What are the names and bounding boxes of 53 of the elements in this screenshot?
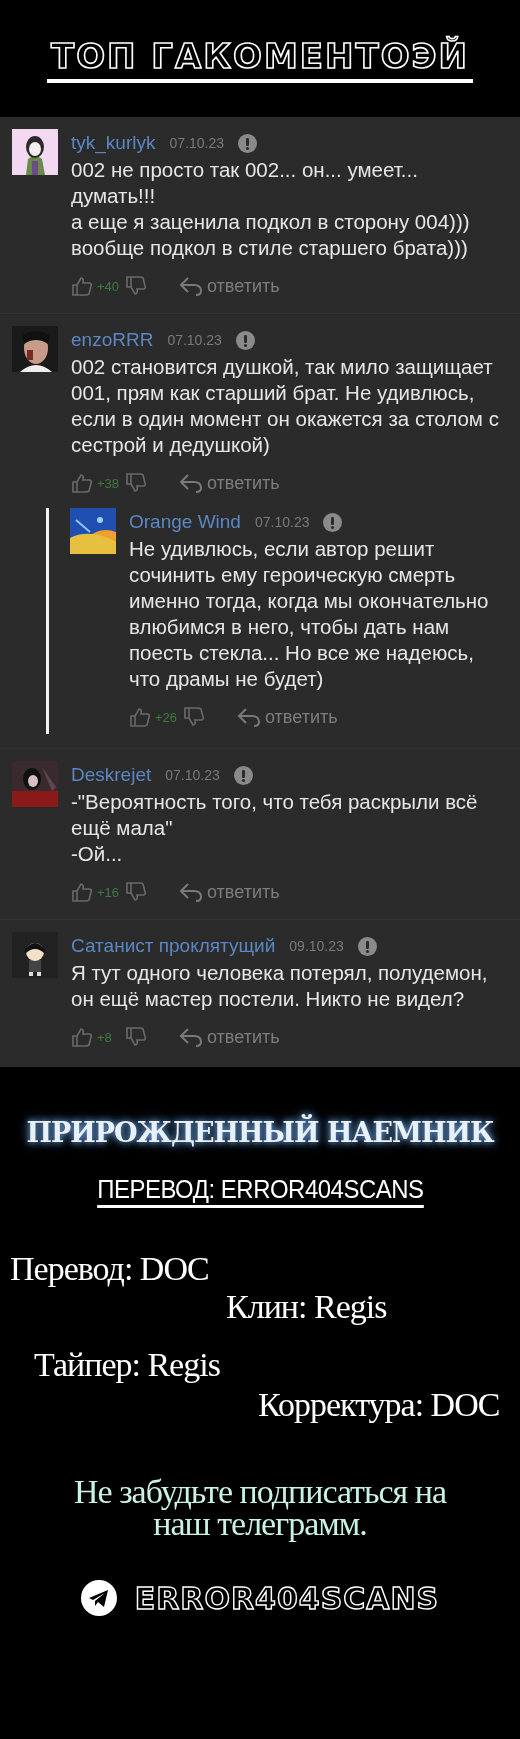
- thumbs-down-icon[interactable]: [183, 706, 205, 728]
- like-count: +16: [97, 884, 121, 900]
- alert-icon[interactable]: [357, 936, 377, 956]
- like-count: +8: [97, 1029, 113, 1045]
- username[interactable]: tyk_kurlyk: [71, 132, 156, 154]
- thumbs-down-icon[interactable]: [125, 472, 147, 494]
- reply-button[interactable]: ответить: [179, 472, 280, 494]
- credit-line: Перевод: DOC: [10, 1250, 209, 1288]
- reply-button[interactable]: ответить: [179, 881, 280, 903]
- comment-date: 07.10.23: [169, 135, 224, 151]
- reply-arrow-icon: [179, 1027, 203, 1047]
- username[interactable]: Orange Wind: [129, 511, 241, 533]
- reply-button[interactable]: ответить: [237, 706, 338, 728]
- alert-icon[interactable]: [235, 330, 255, 350]
- thumbs-down-icon[interactable]: [125, 881, 147, 903]
- alert-icon[interactable]: [237, 133, 257, 153]
- comment-date: 07.10.23: [167, 332, 222, 348]
- like-count: +38: [97, 475, 121, 491]
- subscribe-reminder: Не забудьте подписаться на наш телеграмм.: [73, 1476, 448, 1540]
- reply-button[interactable]: ответить: [179, 1026, 280, 1048]
- comment-date: 09.10.23: [289, 938, 344, 954]
- comment-text: -"Вероятность того, что тебя раскрыли всё ещё мала" -Ой...: [71, 789, 479, 867]
- comment-text: Я тут одного человека потерял, полудемон, он ещё мастер постели. Никто не видел?: [71, 960, 489, 1012]
- username[interactable]: Сатанист проклятущий: [71, 935, 276, 957]
- comment-date: 07.10.23: [165, 767, 220, 783]
- comment-text: Не удивлюсь, если автор решит сочинить ему героическую смерть именно тогда, когда мы окончательно влюбимся в него, чтобы дать нам поесть стекла... Но все же надеюсь, что драмы не будет): [129, 536, 490, 692]
- translation-team: ПЕРЕВОД: ERROR404SCANS: [96, 1174, 424, 1208]
- username[interactable]: enzoRRR: [71, 329, 154, 351]
- thumbs-down-icon[interactable]: [125, 1026, 147, 1048]
- thumbs-up-icon[interactable]: [71, 1026, 93, 1048]
- thumbs-up-icon[interactable]: [71, 881, 93, 903]
- username[interactable]: Deskrejet: [71, 764, 152, 786]
- like-count: +40: [97, 278, 121, 294]
- comment-text: 002 не просто так 002... он... умеет... думать!!! а еще я заценила подкол в сторону 004))) вообще подкол в стиле старшего брата))): [71, 157, 471, 261]
- alert-icon[interactable]: [323, 512, 343, 532]
- alert-icon[interactable]: [233, 765, 253, 785]
- reply-arrow-icon: [179, 473, 203, 493]
- thumbs-up-icon[interactable]: [71, 472, 93, 494]
- comment-date: 07.10.23: [254, 514, 310, 530]
- thumbs-down-icon[interactable]: [125, 275, 147, 297]
- credit-line: Клин: Regis: [226, 1288, 387, 1326]
- thumbs-up-icon[interactable]: [129, 706, 151, 728]
- telegram-icon[interactable]: [80, 1580, 117, 1616]
- credit-line: Корректура: DOC: [258, 1386, 500, 1424]
- credit-line: Тайпер: Regis: [34, 1346, 220, 1384]
- reply-button[interactable]: ответить: [179, 275, 280, 297]
- like-count: +26: [155, 709, 179, 725]
- comment-text: 002 становится душкой, так мило защищает 001, прям как старший брат. Не удивлюсь, если в один момент он окажется за столом с сестрой и дедушкой): [71, 354, 500, 458]
- reply-arrow-icon: [237, 707, 261, 727]
- reply-arrow-icon: [179, 276, 203, 296]
- channel-name[interactable]: ERROR404SCANS: [134, 1580, 440, 1616]
- reply-arrow-icon: [179, 882, 203, 902]
- thumbs-up-icon[interactable]: [71, 275, 93, 297]
